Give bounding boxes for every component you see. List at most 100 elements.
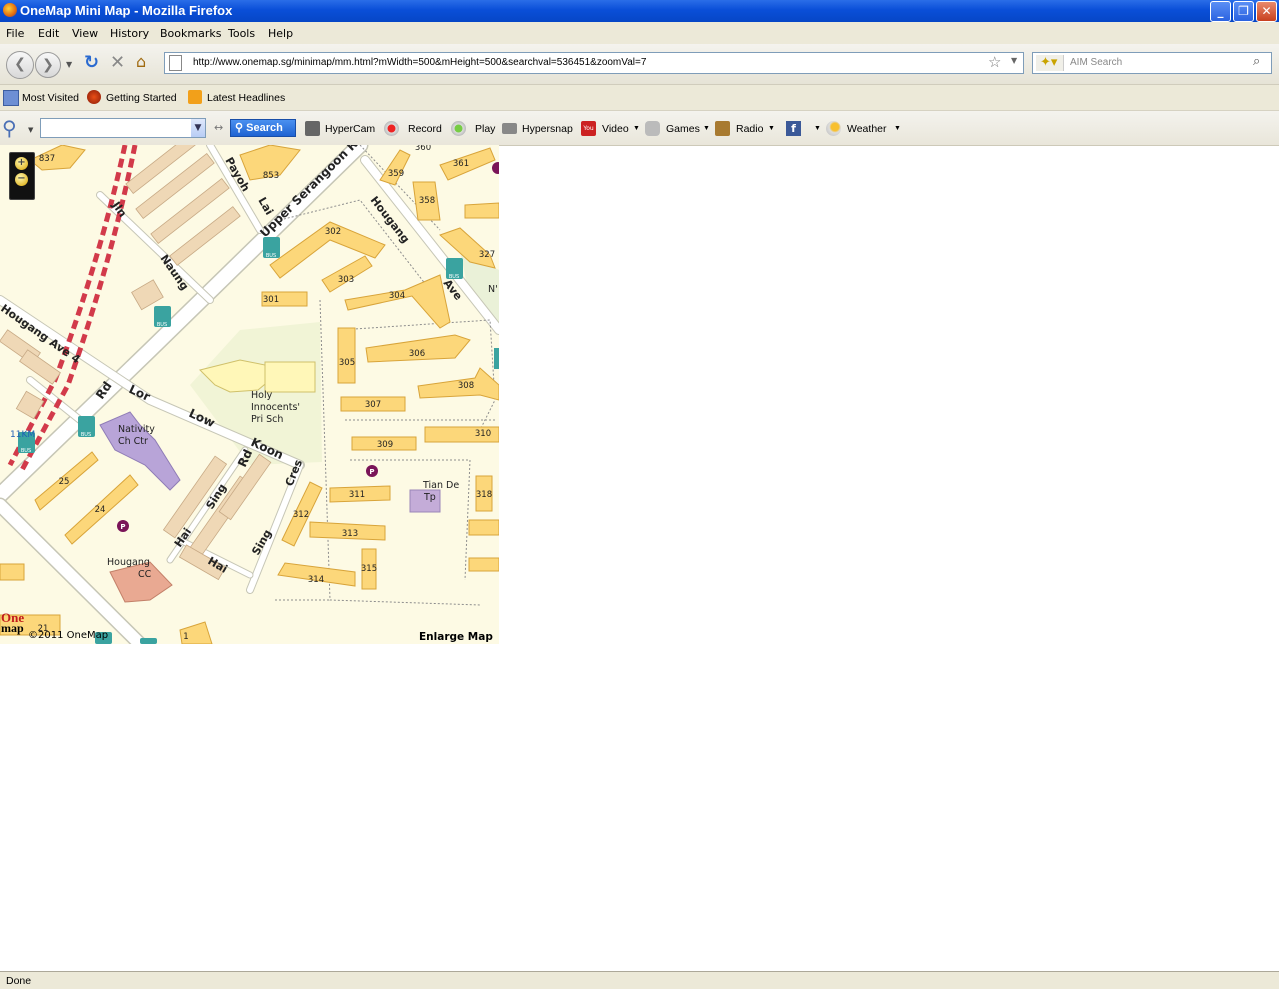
bookmark-star-icon[interactable]: ☆: [988, 53, 1001, 71]
menu-edit[interactable]: Edit: [38, 27, 59, 40]
reload-icon[interactable]: ↻: [84, 52, 99, 73]
block-label: 24: [95, 505, 106, 515]
facebook-icon[interactable]: f: [786, 121, 801, 136]
zoom-in-button[interactable]: +: [15, 157, 28, 170]
bookmarks-bar: Most Visited Getting Started Latest Head…: [0, 85, 1279, 111]
block-label: 302: [325, 227, 341, 237]
toolbar-hypercam[interactable]: HyperCam: [325, 123, 375, 135]
radio-icon: [715, 121, 730, 136]
bus-stop-label: BUS: [21, 448, 31, 454]
block-label: 303: [338, 275, 354, 285]
map-canvas[interactable]: P P BUS BUS BUS BUS BUS 837 853 302 303: [0, 145, 499, 644]
menu-tools[interactable]: Tools: [228, 27, 255, 40]
menu-bar: File Edit View History Bookmarks Tools H…: [0, 22, 1279, 44]
zoom-out-button[interactable]: −: [15, 173, 28, 186]
place-name-label: Hougang: [107, 557, 150, 568]
place-name-label: Tian De: [422, 480, 459, 491]
url-dropdown-icon[interactable]: ▼: [1011, 56, 1017, 65]
block-label: 308: [458, 381, 474, 391]
parking-label: P: [120, 523, 125, 531]
block-label: 310: [475, 429, 491, 439]
bookmark-getting-started[interactable]: Getting Started: [106, 92, 177, 104]
block-label: 327: [479, 250, 495, 260]
toolbar-search-icon[interactable]: ⚲: [2, 116, 17, 140]
map-copyright: ©2011 OneMap: [28, 630, 109, 641]
firefox-icon: [3, 3, 17, 17]
getting-started-icon: [87, 90, 101, 104]
block-label: 315: [361, 564, 377, 574]
restore-button[interactable]: ❐: [1233, 1, 1254, 22]
weather-icon: [826, 121, 841, 136]
facebook-dropdown-icon[interactable]: ▼: [814, 125, 821, 132]
minimize-button[interactable]: _: [1210, 1, 1231, 22]
block-label: 314: [308, 575, 324, 585]
block-label: 311: [349, 490, 365, 500]
home-icon[interactable]: ⌂: [136, 52, 146, 71]
block-label: 25: [59, 477, 70, 487]
toolbar-games[interactable]: Games: [666, 123, 700, 135]
window-title: OneMap Mini Map - Mozilla Firefox: [20, 3, 233, 18]
enlarge-map-link[interactable]: Enlarge Map: [419, 631, 493, 643]
block-label: 304: [389, 291, 405, 301]
forward-arrow-icon[interactable]: ❯: [35, 52, 61, 78]
toolbar-play[interactable]: Play: [475, 123, 495, 135]
hypersnap-icon: [502, 123, 517, 134]
block-label: 360: [415, 145, 431, 153]
page-icon: [169, 55, 182, 71]
place-name-label: Holy: [251, 390, 273, 401]
toolbar-video[interactable]: Video: [602, 123, 629, 135]
place-name-label: 11KM: [10, 430, 35, 440]
url-text: http://www.onemap.sg/minimap/mm.html?mWi…: [193, 57, 647, 68]
block-label: 837: [39, 154, 55, 164]
search-bar[interactable]: ✦▾ AIM Search ⌕: [1032, 52, 1272, 74]
toolbar-weather[interactable]: Weather: [847, 123, 887, 135]
record-icon: [384, 121, 399, 136]
toolbar-radio[interactable]: Radio: [736, 123, 763, 135]
title-bar: OneMap Mini Map - Mozilla Firefox _ ❐ ✕: [0, 0, 1279, 22]
close-button[interactable]: ✕: [1256, 1, 1277, 22]
games-dropdown-icon[interactable]: ▼: [703, 125, 710, 132]
block-label: 318: [476, 490, 492, 500]
search-button-label: Search: [246, 122, 283, 134]
place-name-label: Ch Ctr: [118, 436, 148, 447]
aim-engine-icon[interactable]: ✦▾: [1036, 55, 1064, 71]
block-label: 301: [263, 295, 279, 305]
stop-icon[interactable]: ✕: [110, 52, 125, 73]
onemap-logo: One map: [1, 611, 24, 635]
most-visited-icon: [3, 90, 19, 106]
block-label: 312: [293, 510, 309, 520]
menu-history[interactable]: History: [110, 27, 149, 40]
games-icon: [645, 121, 660, 136]
radio-dropdown-icon[interactable]: ▼: [768, 125, 775, 132]
toolbar-hypersnap[interactable]: Hypersnap: [522, 123, 573, 135]
hougang-cc-building: [109, 561, 173, 603]
block-label: 361: [453, 159, 469, 169]
history-dropdown-icon[interactable]: ▼: [66, 60, 72, 69]
toolbar-grip-icon: ↔: [214, 121, 224, 134]
menu-bookmarks[interactable]: Bookmarks: [160, 27, 221, 40]
toolbar-search-button[interactable]: ⚲ Search: [230, 119, 296, 137]
status-text: Done: [6, 975, 32, 987]
menu-help[interactable]: Help: [268, 27, 293, 40]
block-label: 1: [183, 632, 188, 642]
bookmark-most-visited[interactable]: Most Visited: [22, 92, 79, 104]
bookmark-latest-headlines[interactable]: Latest Headlines: [207, 92, 285, 104]
toolbar-record[interactable]: Record: [408, 123, 442, 135]
toolbar-search-dropdown-icon[interactable]: ▼: [28, 126, 33, 134]
url-bar[interactable]: http://www.onemap.sg/minimap/mm.html?mWi…: [164, 52, 1024, 74]
road-name-label: Hougang: [368, 194, 412, 246]
video-dropdown-icon[interactable]: ▼: [633, 125, 640, 132]
toolbar-search-input[interactable]: ▼: [40, 118, 206, 138]
menu-view[interactable]: View: [72, 27, 98, 40]
weather-dropdown-icon[interactable]: ▼: [894, 125, 901, 132]
toolbar-search-history-icon[interactable]: ▼: [191, 119, 205, 137]
menu-file[interactable]: File: [6, 27, 24, 40]
search-placeholder: AIM Search: [1070, 57, 1123, 68]
search-button-magnifier-icon: ⚲: [235, 122, 244, 134]
onemap-logo-map: map: [1, 621, 24, 635]
block-label: 309: [377, 440, 393, 450]
back-arrow-icon[interactable]: ❮: [6, 51, 34, 79]
search-magnifier-icon[interactable]: ⌕: [1253, 54, 1260, 69]
map-viewport[interactable]: P P BUS BUS BUS BUS BUS 837 853 302 303: [0, 145, 499, 644]
block-label: 307: [365, 400, 381, 410]
